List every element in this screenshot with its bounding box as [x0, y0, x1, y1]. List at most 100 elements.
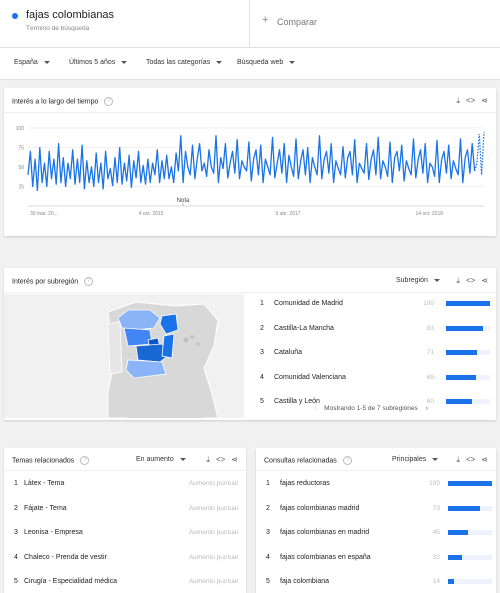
embed-code-icon[interactable]: <> — [466, 455, 475, 464]
related-query-row[interactable]: 2 fajas colombianas madrid 73 — [266, 505, 492, 528]
row-bar-track — [446, 325, 490, 331]
row-rank: 2 — [260, 324, 264, 332]
related-query-row[interactable]: 4 fajas colombianas en españa 32 — [266, 553, 492, 577]
row-value: 60 — [426, 398, 434, 405]
interest-over-time-title-text: Interés a lo largo del tiempo — [12, 98, 99, 106]
related-queries-select-label: Principales — [392, 456, 427, 463]
related-queries-title: Consultas relacionadas? — [264, 456, 352, 465]
row-name: Cataluña — [274, 349, 303, 356]
download-icon[interactable]: ⤓ — [456, 455, 460, 465]
row-bar-track — [446, 374, 490, 380]
region-pagination-text: Mostrando 1-5 de 7 subregiones — [324, 405, 418, 412]
related-topic-row[interactable]: 1 Látex - Tema Aumento puntual — [14, 480, 238, 503]
region-row[interactable]: 2 Castilla-La Mancha 83 — [260, 325, 492, 348]
term-color-dot — [12, 13, 18, 19]
embed-code-icon[interactable]: <> — [216, 455, 225, 464]
chevron-down-icon — [432, 457, 439, 461]
chevron-down-icon — [216, 60, 223, 64]
series-line-partial — [473, 131, 485, 175]
related-query-row[interactable]: 3 fajas colombianas en madrid 45 — [266, 529, 492, 552]
related-query-row[interactable]: 1 fajas reductoras 100 — [266, 480, 492, 503]
row-bar-track — [448, 505, 492, 511]
filter-country[interactable]: España — [14, 59, 50, 66]
compare-button[interactable]: + Comparar — [262, 14, 382, 32]
spain-region-map[interactable] — [4, 294, 244, 418]
row-rank: 3 — [14, 529, 18, 536]
row-bar-fill — [448, 554, 463, 560]
card-divider — [256, 470, 496, 471]
card-actions: ⤓ <> ⋖ — [450, 276, 488, 286]
download-icon[interactable]: ⤓ — [206, 455, 210, 465]
chevron-down-icon — [43, 60, 50, 64]
share-icon[interactable]: ⋖ — [481, 276, 488, 285]
chevron-left-icon[interactable]: ‹ — [314, 405, 316, 412]
related-topic-row[interactable]: 2 Fájate - Tema Aumento puntual — [14, 505, 238, 528]
row-value: Aumento puntual — [188, 480, 238, 487]
filter-period[interactable]: Últimos 5 años — [69, 59, 128, 66]
chevron-down-icon — [433, 278, 440, 282]
embed-code-icon[interactable]: <> — [466, 96, 475, 105]
card-actions: ⤓ <> ⋖ — [200, 455, 238, 465]
search-term-text[interactable]: fajas colombianas — [26, 9, 114, 21]
region-resolution-select[interactable]: Subregión — [396, 277, 440, 284]
related-topics-select-label: En aumento — [136, 456, 174, 463]
interest-by-region-title-text: Interés por subregión — [12, 278, 79, 286]
related-topic-row[interactable]: 5 Cirugía - Especialidad médica Aumento pu… — [14, 578, 238, 593]
share-icon[interactable]: ⋖ — [481, 96, 488, 105]
filter-category[interactable]: Todas las categorías — [146, 59, 223, 66]
card-actions: ⤓ <> ⋖ — [450, 96, 488, 106]
chevron-right-icon[interactable]: › — [426, 405, 428, 412]
y-tick-label: 100 — [16, 126, 25, 132]
row-bar-fill — [448, 505, 481, 511]
download-icon[interactable]: ⤓ — [456, 276, 460, 286]
related-topic-row[interactable]: 3 Leonisa - Empresa Aumento puntual — [14, 529, 238, 552]
share-icon[interactable]: ⋖ — [231, 455, 238, 464]
row-value: Aumento puntual — [188, 578, 238, 585]
map-land-south — [126, 382, 204, 418]
search-header: fajas colombianas Término de búsqueda + … — [0, 0, 500, 48]
region-row[interactable]: 4 Comunidad Valenciana 69 — [260, 374, 492, 397]
help-circle-icon[interactable]: ? — [80, 456, 90, 465]
row-rank: 1 — [266, 480, 270, 487]
region-row[interactable]: 1 Comunidad de Madrid 100 — [260, 300, 492, 323]
search-term-box[interactable]: fajas colombianas Término de búsqueda — [0, 0, 250, 48]
map-region-spain-north — [117, 309, 161, 331]
related-topics-card: Temas relacionados? En aumento ⤓ <> ⋖ 1 Lát… — [4, 448, 246, 593]
related-topic-row[interactable]: 4 Chaleco - Prenda de vestir Aumento puntu… — [14, 554, 238, 577]
region-row[interactable]: 3 Cataluña 71 — [260, 349, 492, 372]
row-rank: 3 — [266, 529, 270, 536]
row-bar-track — [446, 399, 490, 404]
plus-icon: + — [262, 14, 269, 26]
row-value: 32 — [432, 553, 440, 561]
download-icon[interactable]: ⤓ — [456, 96, 460, 106]
card-divider — [4, 112, 496, 113]
row-rank: 5 — [260, 398, 264, 405]
row-name: Fájate - Tema — [24, 504, 67, 512]
embed-code-icon[interactable]: <> — [466, 276, 475, 285]
related-queries-select[interactable]: Principales — [392, 456, 439, 463]
note-label: Nota — [177, 198, 190, 204]
row-rank: 1 — [260, 300, 264, 307]
row-value: Aumento puntual — [188, 504, 238, 512]
interest-over-time-card: Interés a lo largo del tiempo? ⤓ <> ⋖ 100 7… — [4, 88, 496, 236]
interest-over-time-chart[interactable]: 100 75 50 25 30 mar. 20... 4 oct. 2015 9 abr. … — [4, 116, 496, 236]
related-topics-select[interactable]: En aumento — [136, 456, 186, 463]
row-name: Castilla y León — [274, 398, 320, 405]
row-bar-fill — [446, 301, 490, 306]
help-circle-icon[interactable]: ? — [104, 97, 114, 106]
related-topics-title-text: Temas relacionados — [12, 457, 75, 465]
map-region-portugal — [107, 321, 123, 375]
x-tick-label: 30 mar. 20... — [30, 211, 58, 217]
help-circle-icon[interactable]: ? — [84, 277, 94, 286]
row-rank: 3 — [260, 349, 264, 356]
share-icon[interactable]: ⋖ — [481, 455, 488, 464]
related-query-row[interactable]: 5 faja colombiana 14 — [266, 578, 492, 593]
row-rank: 4 — [266, 553, 270, 561]
filter-search-type-label: Búsqueda web — [237, 59, 284, 66]
filter-search-type[interactable]: Búsqueda web — [237, 59, 296, 66]
chevron-down-icon — [121, 60, 128, 64]
row-name: Chaleco - Prenda de vestir — [24, 553, 107, 561]
help-circle-icon[interactable]: ? — [342, 456, 352, 465]
row-value: Aumento puntual — [188, 553, 238, 561]
row-name: Leonisa - Empresa — [24, 529, 83, 536]
